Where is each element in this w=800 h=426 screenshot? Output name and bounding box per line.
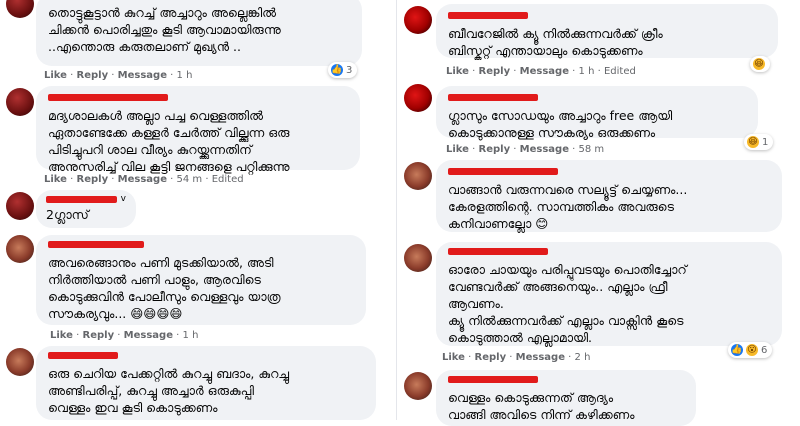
comment-bubble: വെള്ളം കൊടുക്കുന്നത് ആദ്യം വാങ്ങി അവിടെ … <box>436 370 696 426</box>
timestamp[interactable]: 1 h <box>177 70 193 81</box>
wow-icon: 😮 <box>746 344 758 356</box>
edited-label: Edited <box>603 66 636 77</box>
avatar[interactable] <box>6 348 34 376</box>
comment-bubble: v 2ഗ്ലാസ് <box>36 190 136 228</box>
message-link[interactable]: Message <box>520 66 569 77</box>
right-screenshot-column: ബീവറേജിൽ ക്യൂ നിൽക്കുന്നവർക്ക് ക്രീം ബിസ… <box>400 0 800 426</box>
reply-link[interactable]: Reply <box>77 174 109 185</box>
avatar[interactable] <box>404 6 432 34</box>
commenter-name-redacted[interactable] <box>448 248 548 255</box>
comment-bubble: തൊട്ടുകൂട്ടാൻ കുറച്ച് അച്ചാറും അല്ലെങ്കി… <box>36 0 362 66</box>
comment-bubble: ബീവറേജിൽ ക്യൂ നിൽക്കുന്നവർക്ക് ക്രീം ബിസ… <box>436 4 778 58</box>
comment-bubble: ഗ്ലാസും സോഡയും അച്ചാറും free ആയി കൊടുക്ക… <box>436 86 758 140</box>
edited-label: Edited <box>211 174 244 185</box>
commenter-name-redacted[interactable] <box>448 376 538 383</box>
like-link[interactable]: Like <box>50 330 73 341</box>
commenter-name-redacted[interactable] <box>448 94 538 101</box>
comment-bubble: വാങ്ങാൻ വരുന്നവരെ സല്യൂട്ട് ചെയ്യണം... ക… <box>436 160 782 232</box>
commenter-name-redacted[interactable] <box>448 168 558 175</box>
reply-link[interactable]: Reply <box>479 144 511 155</box>
avatar[interactable] <box>6 235 34 263</box>
reaction-badge[interactable]: 😆 <box>750 56 770 72</box>
avatar[interactable] <box>404 162 432 190</box>
commenter-name-redacted[interactable] <box>48 352 118 359</box>
comment-text: തൊട്ടുകൂട്ടാൻ കുറച്ച് അച്ചാറും അല്ലെങ്കി… <box>48 5 281 54</box>
like-icon: 👍 <box>731 344 743 356</box>
comment-actions: Like · Reply · Message · 2 h <box>442 352 591 363</box>
like-link[interactable]: Like <box>446 144 469 155</box>
commenter-name-redacted[interactable] <box>448 12 528 19</box>
commenter-name-redacted[interactable] <box>46 195 117 203</box>
like-link[interactable]: Like <box>442 352 465 363</box>
comment: മദ്യശാലകൾ അല്ലാ പച്ച വെള്ളത്തിൽ ഏതാണ്ടേക… <box>0 86 400 186</box>
reply-link[interactable]: Reply <box>475 352 507 363</box>
comment: ഒരു ചെറിയ പേക്കറ്റിൽ കുറച്ചു ബദാം, കുറച്… <box>0 346 400 420</box>
like-link[interactable]: Like <box>446 66 469 77</box>
comment-actions: Like · Reply · Message · 54 m · Edited <box>44 174 244 185</box>
comment-text: ഓരോ ചായയും പരിപ്പുവടയും പൊതിച്ചോറ് വേണ്ട… <box>448 262 687 345</box>
haha-icon: 😆 <box>753 58 765 70</box>
comment: ഓരോ ചായയും പരിപ്പുവടയും പൊതിച്ചോറ് വേണ്ട… <box>400 242 800 366</box>
reaction-count: 6 <box>761 344 768 356</box>
comment-text: മദ്യശാലകൾ അല്ലാ പച്ച വെള്ളത്തിൽ ഏതാണ്ടേക… <box>48 108 290 174</box>
comment: v 2ഗ്ലാസ് <box>0 190 400 230</box>
comment-actions: Like · Reply · Message · 58 m <box>446 144 605 155</box>
comment-text: 2ഗ്ലാസ് <box>46 207 89 222</box>
message-link[interactable]: Message <box>124 330 173 341</box>
commenter-name-redacted[interactable] <box>48 241 144 248</box>
message-link[interactable]: Message <box>118 70 167 81</box>
comment-bubble: ഓരോ ചായയും പരിപ്പുവടയും പൊതിച്ചോറ് വേണ്ട… <box>436 242 782 346</box>
comment-text: അവരെങ്ങാനും പണി മുടക്കിയാൽ, അടി നിർത്തിയ… <box>48 255 281 321</box>
like-link[interactable]: Like <box>44 70 67 81</box>
comment: തൊട്ടുകൂട്ടാൻ കുറച്ച് അച്ചാറും അല്ലെങ്കി… <box>0 0 400 82</box>
left-screenshot-column: തൊട്ടുകൂട്ടാൻ കുറച്ച് അച്ചാറും അല്ലെങ്കി… <box>0 0 400 420</box>
reaction-badge[interactable]: 👍 3 <box>328 62 358 78</box>
message-link[interactable]: Message <box>520 144 569 155</box>
comment-bubble: മദ്യശാലകൾ അല്ലാ പച്ച വെള്ളത്തിൽ ഏതാണ്ടേക… <box>36 86 360 174</box>
comment-bubble: അവരെങ്ങാനും പണി മുടക്കിയാൽ, അടി നിർത്തിയ… <box>36 235 366 325</box>
timestamp[interactable]: 54 m <box>177 174 203 185</box>
like-link[interactable]: Like <box>44 174 67 185</box>
reply-link[interactable]: Reply <box>77 70 109 81</box>
timestamp[interactable]: 58 m <box>579 144 605 155</box>
comment-text: വെള്ളം കൊടുക്കുന്നത് ആദ്യം വാങ്ങി അവിടെ … <box>448 390 635 422</box>
message-link[interactable]: Message <box>118 174 167 185</box>
reaction-badge[interactable]: 👍 😮 6 <box>728 342 773 358</box>
comment-actions: Like · Reply · Message · 1 h · Edited <box>446 66 636 77</box>
name-suffix: v <box>120 194 126 204</box>
haha-icon: 😆 <box>747 136 759 148</box>
timestamp[interactable]: 1 h <box>183 330 199 341</box>
comment-text: വാങ്ങാൻ വരുന്നവരെ സല്യൂട്ട് ചെയ്യണം... ക… <box>448 182 688 231</box>
avatar[interactable] <box>404 244 432 272</box>
like-icon: 👍 <box>331 64 343 76</box>
avatar[interactable] <box>404 84 432 112</box>
reaction-badge[interactable]: 😆 1 <box>744 134 774 150</box>
avatar[interactable] <box>6 192 34 220</box>
reply-link[interactable]: Reply <box>83 330 115 341</box>
comment-actions: Like · Reply · Message · 1 h <box>50 330 199 341</box>
comment-text: ഒരു ചെറിയ പേക്കറ്റിൽ കുറച്ചു ബദാം, കുറച്… <box>48 366 290 415</box>
avatar[interactable] <box>6 0 34 18</box>
comment-text: ബീവറേജിൽ ക്യൂ നിൽക്കുന്നവർക്ക് ക്രീം ബിസ… <box>448 26 663 58</box>
reaction-count: 1 <box>762 136 769 148</box>
message-link[interactable]: Message <box>516 352 565 363</box>
reaction-count: 3 <box>346 64 353 76</box>
commenter-name-redacted[interactable] <box>48 94 168 101</box>
reply-link[interactable]: Reply <box>479 66 511 77</box>
comment: ഗ്ലാസും സോഡയും അച്ചാറും free ആയി കൊടുക്ക… <box>400 84 800 160</box>
comment-actions: Like · Reply · Message · 1 h <box>44 70 193 81</box>
timestamp[interactable]: 2 h <box>575 352 591 363</box>
comment-text: ഗ്ലാസും സോഡയും അച്ചാറും free ആയി കൊടുക്ക… <box>448 108 673 140</box>
comment: വെള്ളം കൊടുക്കുന്നത് ആദ്യം വാങ്ങി അവിടെ … <box>400 370 800 426</box>
avatar[interactable] <box>6 88 34 116</box>
comment: ബീവറേജിൽ ക്യൂ നിൽക്കുന്നവർക്ക് ക്രീം ബിസ… <box>400 0 800 82</box>
comment: അവരെങ്ങാനും പണി മുടക്കിയാൽ, അടി നിർത്തിയ… <box>0 235 400 345</box>
timestamp[interactable]: 1 h <box>579 66 595 77</box>
avatar[interactable] <box>404 372 432 400</box>
comment: വാങ്ങാൻ വരുന്നവരെ സല്യൂട്ട് ചെയ്യണം... ക… <box>400 160 800 236</box>
comment-bubble: ഒരു ചെറിയ പേക്കറ്റിൽ കുറച്ചു ബദാം, കുറച്… <box>36 346 376 420</box>
